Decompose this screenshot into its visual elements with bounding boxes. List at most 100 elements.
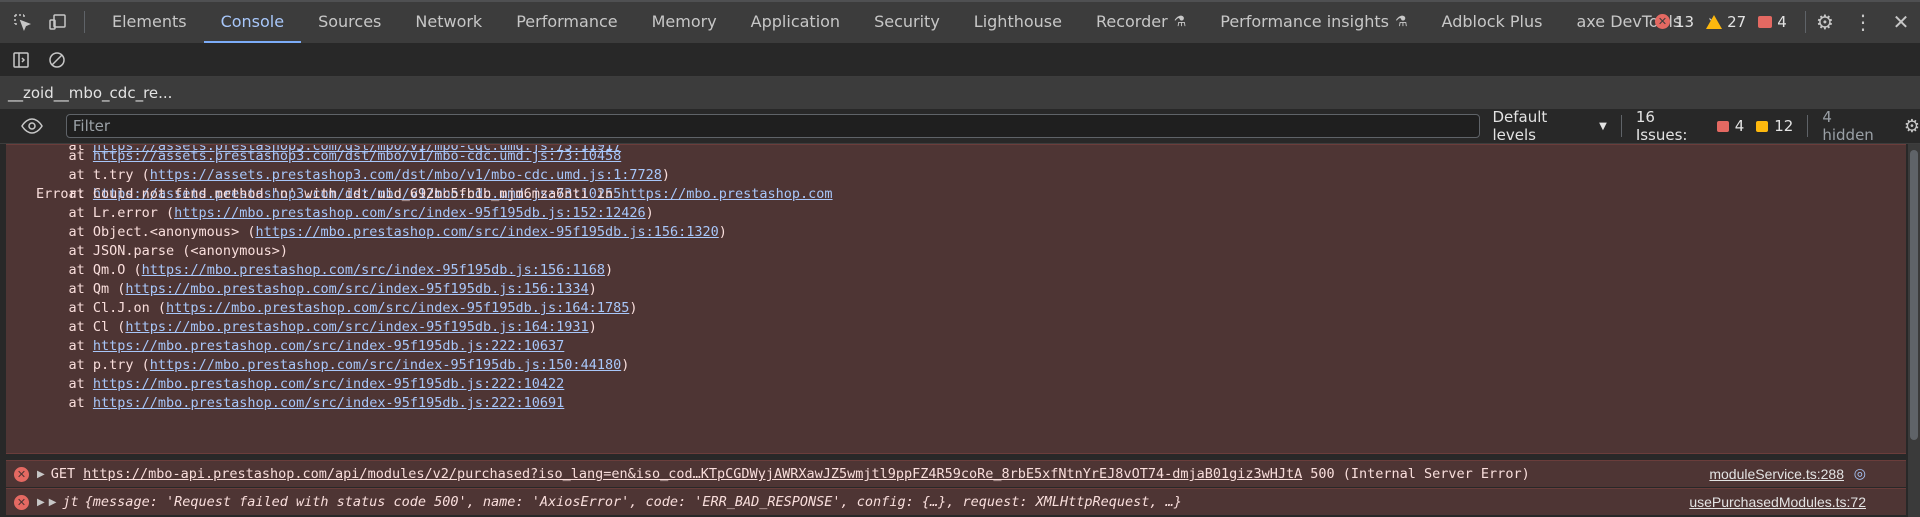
tab-network[interactable]: Network: [398, 0, 499, 43]
scrollbar-thumb[interactable]: [1910, 150, 1918, 440]
issue-icon: [1758, 15, 1773, 28]
stack-source-link[interactable]: https://mbo.prestashop.com/src/index-95f…: [142, 262, 605, 278]
request-url-link[interactable]: https://mbo-api.prestashop.com/api/modul…: [83, 466, 1302, 482]
stack-source-link[interactable]: https://mbo.prestashop.com/src/index-95f…: [125, 281, 588, 297]
stack-source-link[interactable]: https://mbo.prestashop.com/src/index-95f…: [166, 300, 629, 316]
request-status: 500 (Internal Server Error): [1310, 466, 1530, 482]
stack-source-link[interactable]: https://assets.prestashop3.com/dst/mbo/v…: [150, 167, 662, 183]
js-context-selector[interactable]: __zoid__mbo_cdc_re...: [0, 77, 1920, 109]
request-method: GET: [50, 466, 76, 482]
log-levels-dropdown[interactable]: Default levels ▼: [1492, 108, 1606, 144]
source-link[interactable]: moduleService.ts:288: [1709, 466, 1844, 482]
stack-trace-line: at https://assets.prestashop3.com/dst/mb…: [36, 148, 622, 164]
sidebar-toggle-icon[interactable]: [8, 47, 34, 73]
console-counters[interactable]: ✕ 13 27 4: [1655, 0, 1787, 43]
vertical-scrollbar[interactable]: [1908, 144, 1920, 517]
tab-elements[interactable]: Elements: [95, 0, 204, 43]
filter-placeholder: Filter: [72, 117, 111, 135]
log-levels-label: Default levels: [1492, 108, 1548, 144]
stack-source-link[interactable]: https://mbo.prestashop.com/src/index-95f…: [93, 338, 564, 354]
tab-performance-insights[interactable]: Performance insights ⚗: [1203, 0, 1424, 43]
stack-trace-line: at Lr.error (https://mbo.prestashop.com/…: [36, 205, 654, 221]
warning-counter[interactable]: 27: [1706, 13, 1746, 31]
stack-source-link[interactable]: https://mbo.prestashop.com/src/index-95f…: [174, 205, 645, 221]
more-options-icon[interactable]: ⋮: [1844, 0, 1882, 43]
toolbar-divider: [84, 10, 85, 33]
tab-label: Performance: [516, 12, 618, 31]
issues-warning-count: 12: [1774, 117, 1794, 135]
issues-error-count: 4: [1734, 117, 1745, 135]
stack-source-link[interactable]: https://mbo.prestashop.com/src/index-95f…: [255, 224, 718, 240]
source-link[interactable]: usePurchasedModules.ts:72: [1689, 494, 1866, 510]
live-expression-eye-icon[interactable]: [15, 118, 49, 134]
stack-trace-line: at Qm (https://mbo.prestashop.com/src/in…: [36, 281, 597, 297]
expand-object-triangle-icon[interactable]: ▶: [49, 497, 57, 508]
toolbar-divider: [1620, 115, 1622, 137]
tab-security[interactable]: Security: [857, 0, 957, 43]
error-message-block: at https://assets.prestashop3.com/dst/mb…: [6, 144, 1906, 454]
network-panel-icon[interactable]: ◎: [1854, 466, 1866, 482]
object-name: jt: [62, 494, 79, 510]
issue-warning-icon: [1756, 120, 1769, 132]
tab-application[interactable]: Application: [734, 0, 857, 43]
stack-trace-line: at JSON.parse (<anonymous>): [36, 243, 288, 259]
stack-trace-line: at p.try (https://mbo.prestashop.com/src…: [36, 357, 630, 373]
stack-source-link[interactable]: https://mbo.prestashop.com/src/index-95f…: [93, 376, 564, 392]
warning-count: 27: [1727, 12, 1747, 31]
stack-source-link[interactable]: https://mbo.prestashop.com/src/index-95f…: [125, 319, 588, 335]
tab-sources[interactable]: Sources: [301, 0, 398, 43]
tab-label: Recorder: [1095, 12, 1168, 31]
tab-label: Network: [415, 12, 483, 31]
clear-console-icon[interactable]: [44, 47, 70, 73]
stack-trace-line: at Cl.J.on (https://mbo.prestashop.com/s…: [36, 300, 638, 316]
caret-down-icon: ▼: [1599, 120, 1607, 132]
error-message: Error: Could not find method 'n' with id…: [36, 186, 833, 202]
settings-gear-icon[interactable]: ⚙: [1806, 0, 1844, 43]
issue-error-icon: [1716, 120, 1729, 132]
console-output: at https://assets.prestashop3.com/dst/mb…: [0, 144, 1920, 517]
issues-counter[interactable]: 4: [1758, 13, 1787, 31]
tab-recorder[interactable]: Recorder ⚗: [1079, 0, 1203, 43]
error-icon: ✕: [14, 466, 29, 482]
tab-memory[interactable]: Memory: [635, 0, 734, 43]
stack-trace-line: at https://mbo.prestashop.com/src/index-…: [36, 376, 565, 392]
expand-triangle-icon[interactable]: ▶: [37, 497, 45, 508]
stack-trace-line: at t.try (https://assets.prestashop3.com…: [36, 167, 670, 183]
tab-adblock-plus[interactable]: Adblock Plus: [1425, 0, 1560, 43]
error-counter[interactable]: ✕ 13: [1655, 13, 1694, 31]
tab-performance[interactable]: Performance: [499, 0, 634, 43]
issues-label: 16 Issues:: [1635, 108, 1688, 144]
tab-label: Memory: [651, 12, 717, 31]
filter-input[interactable]: Filter: [65, 114, 1481, 138]
axios-error-row[interactable]: ✕ ▶ ▶ jt {message: 'Request failed with …: [6, 488, 1906, 515]
stack-trace-line: at https://mbo.prestashop.com/src/index-…: [36, 395, 565, 411]
panel-tabs: Elements Console Sources Network Performance…: [95, 0, 1698, 43]
tabbar-right-actions: ⚙ ⋮ ✕: [1805, 0, 1920, 43]
network-error-row[interactable]: ✕ ▶ GET https://mbo-api.prestashop.com/a…: [6, 460, 1906, 487]
issues-link[interactable]: 16 Issues: 4 12: [1636, 108, 1794, 144]
tab-label: Application: [750, 12, 841, 31]
stack-source-link[interactable]: https://mbo.prestashop.com/src/index-95f…: [93, 395, 564, 411]
hidden-count: 4 hidden: [1822, 108, 1874, 144]
stack-source-link[interactable]: https://assets.prestashop3.com/dst/mbo/v…: [93, 148, 621, 164]
console-settings-gear-icon[interactable]: ⚙: [1904, 116, 1920, 137]
error-count: 13: [1675, 12, 1695, 31]
object-preview: {message: 'Request failed with status co…: [84, 494, 1182, 510]
tab-lighthouse[interactable]: Lighthouse: [957, 0, 1079, 43]
filter-bar: Filter Default levels ▼ 16 Issues: 4 12 …: [0, 108, 1920, 144]
tab-label: Security: [874, 12, 940, 31]
error-origin-link[interactable]: https://mbo.prestashop.com: [621, 186, 832, 202]
experimental-flask-icon: ⚗: [1394, 13, 1408, 30]
tab-label: Elements: [112, 12, 187, 31]
expand-triangle-icon[interactable]: ▶: [37, 469, 45, 480]
stack-trace-line: at Cl (https://mbo.prestashop.com/src/in…: [36, 319, 597, 335]
tab-label: Performance insights: [1220, 12, 1389, 31]
error-icon: ✕: [1655, 14, 1670, 29]
inspect-element-icon[interactable]: [4, 0, 40, 43]
tab-console[interactable]: Console: [203, 0, 302, 43]
device-toolbar-icon[interactable]: [40, 0, 76, 43]
tab-label: Lighthouse: [973, 12, 1062, 31]
close-icon[interactable]: ✕: [1882, 0, 1920, 43]
stack-source-link[interactable]: https://mbo.prestashop.com/src/index-95f…: [150, 357, 621, 373]
issue-count: 4: [1777, 12, 1787, 31]
